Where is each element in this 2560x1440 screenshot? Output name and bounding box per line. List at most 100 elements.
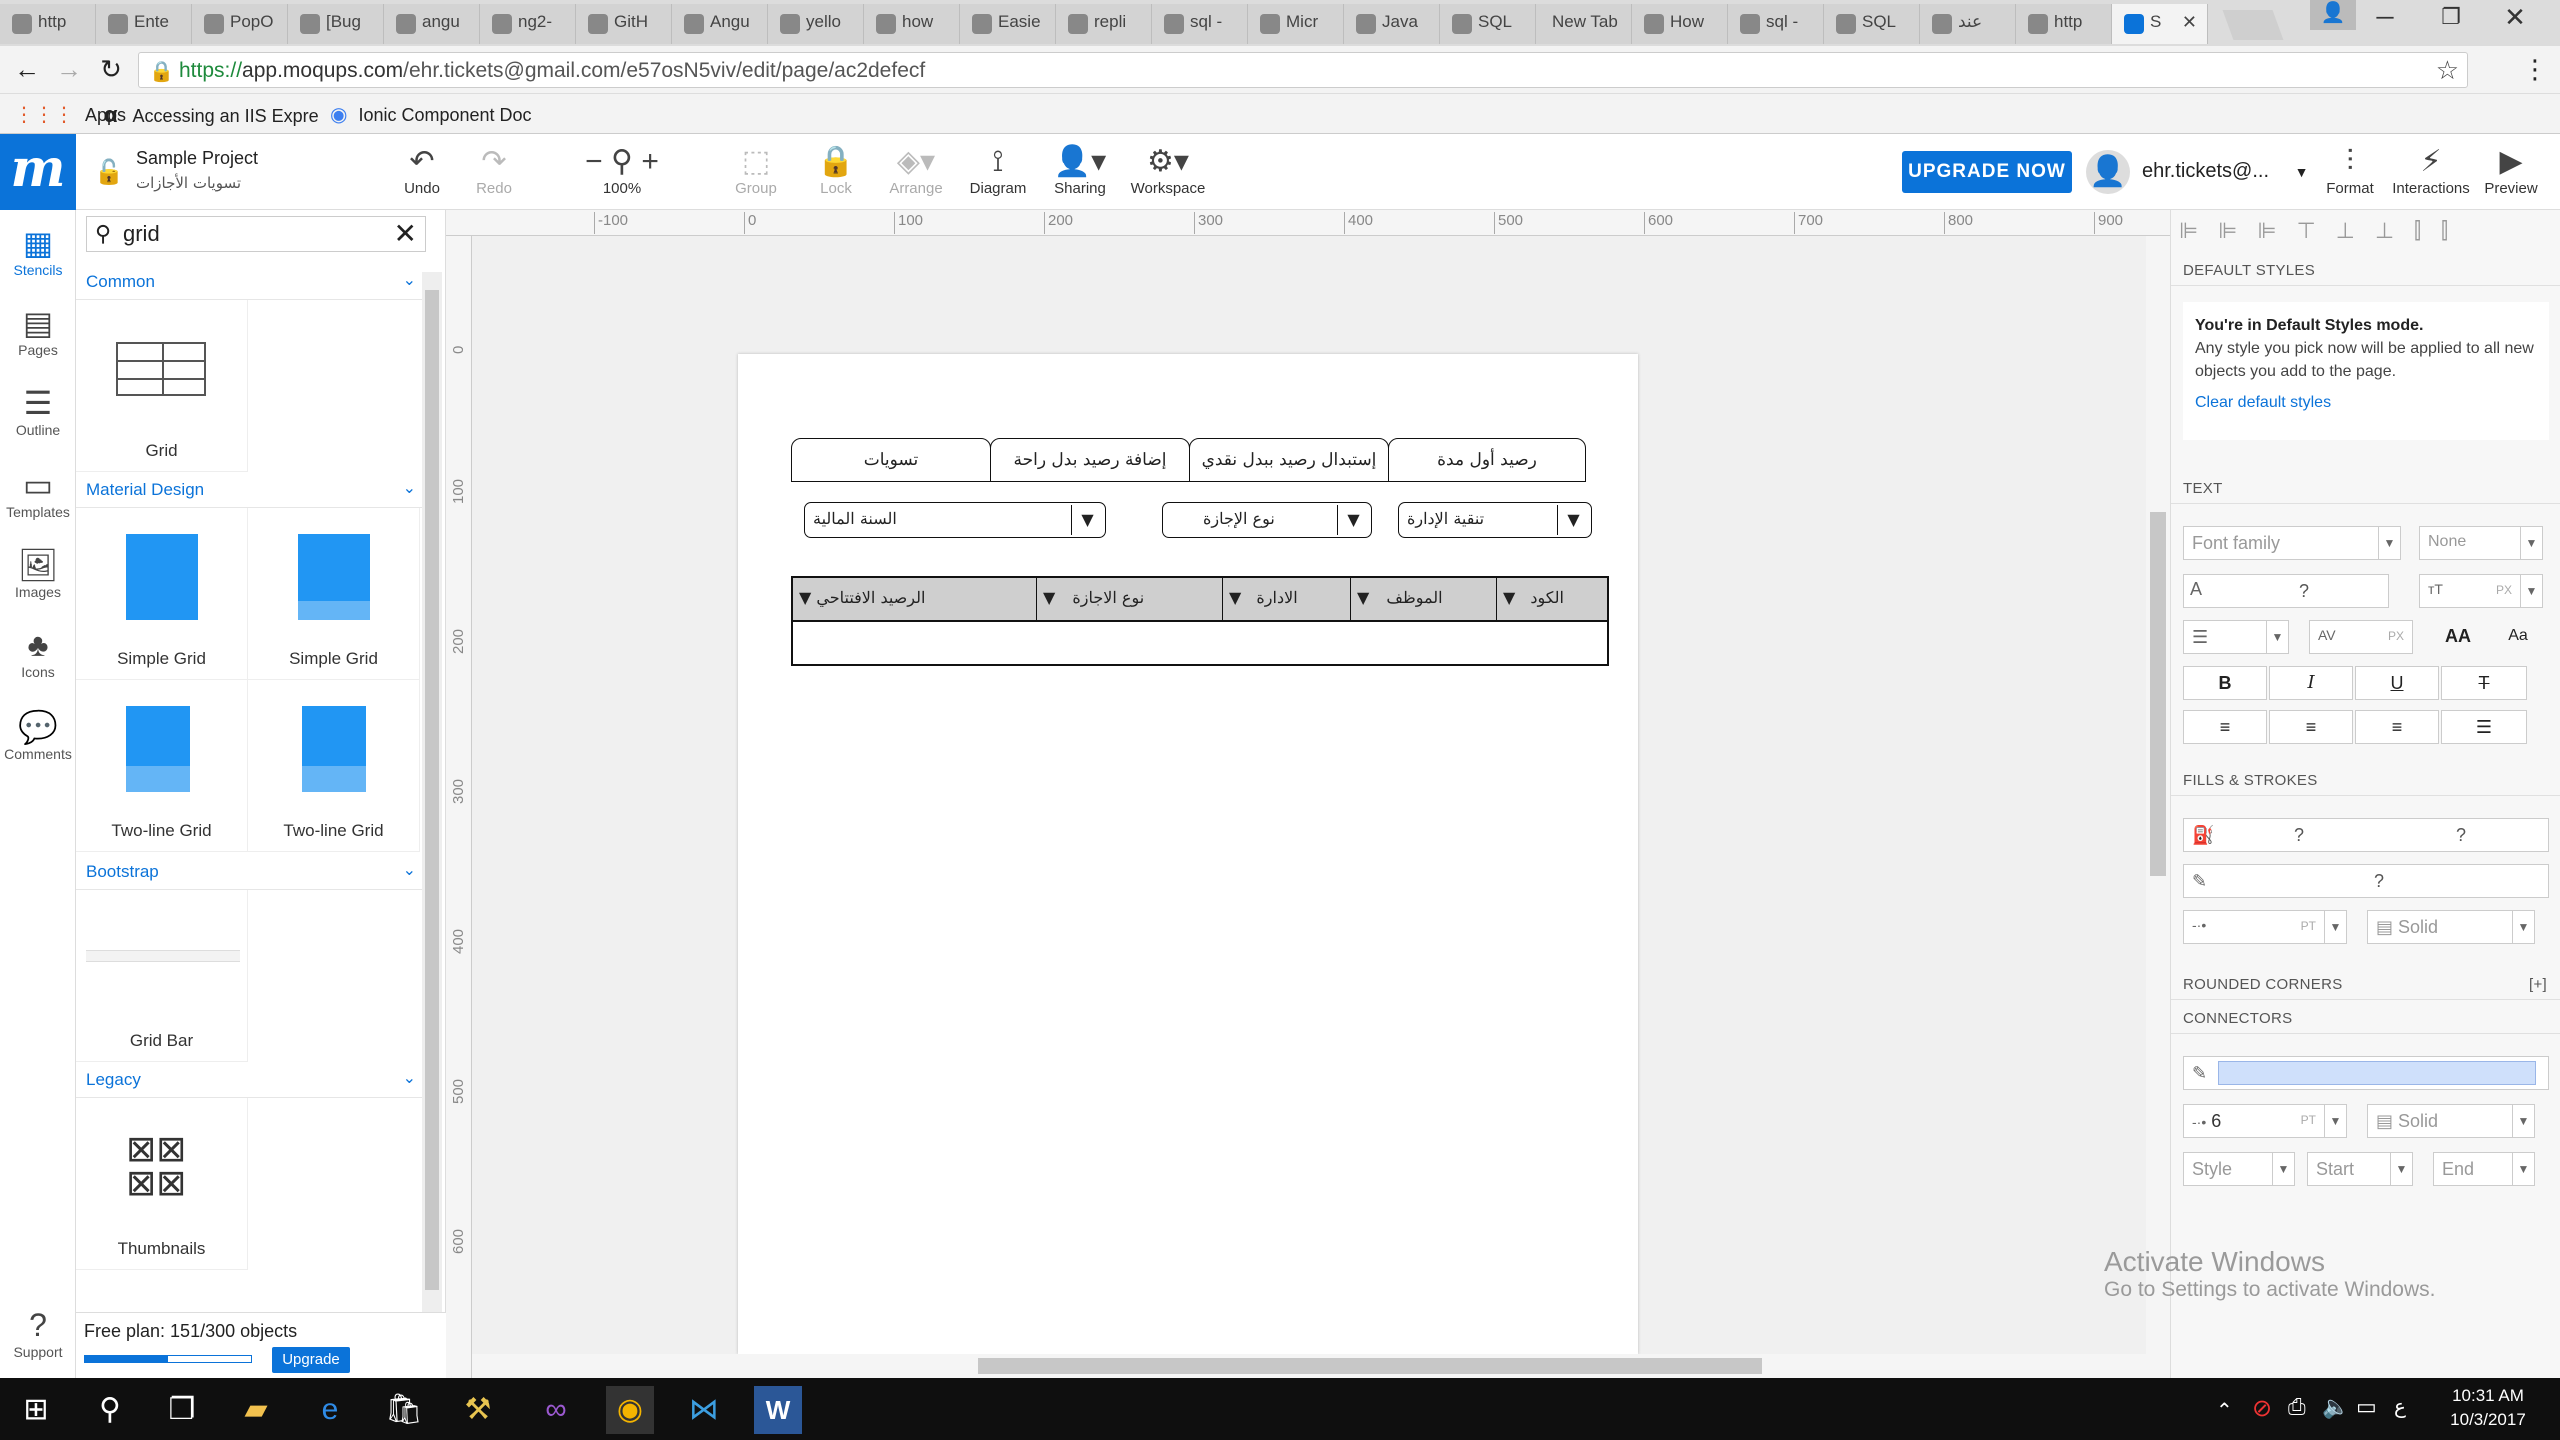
word-icon[interactable]: W: [754, 1386, 802, 1434]
grid-header-employee[interactable]: ▼ الموظف: [1351, 578, 1497, 620]
forward-icon[interactable]: →: [52, 54, 86, 86]
line-height-select[interactable]: ☰ ▼: [2183, 620, 2289, 654]
connector-color-field[interactable]: ✎: [2183, 1056, 2549, 1090]
volume-icon[interactable]: 🔈: [2322, 1394, 2349, 1420]
browser-tab[interactable]: Angu: [672, 4, 768, 44]
browser-tab[interactable]: http: [2016, 4, 2112, 44]
connector-start-select[interactable]: Start ▼: [2307, 1152, 2413, 1186]
rail-stencils[interactable]: ▦ Stencils: [0, 222, 76, 302]
store-icon[interactable]: 🛍: [380, 1386, 428, 1434]
moqups-logo[interactable]: m: [0, 134, 76, 210]
fill-color-field[interactable]: ⛽ ? ?: [2183, 818, 2549, 852]
mockup-tab-opening-balance[interactable]: رصيد أول مدة: [1388, 438, 1586, 482]
tray-app-icon[interactable]: ⊘: [2252, 1394, 2272, 1423]
action-center-icon[interactable]: ▭: [2356, 1394, 2377, 1420]
section-legacy[interactable]: Legacy ⌄: [76, 1062, 426, 1098]
visual-studio-icon[interactable]: ∞: [532, 1386, 580, 1434]
upgrade-button[interactable]: Upgrade: [272, 1347, 350, 1373]
grid-header-opening-balance[interactable]: ▼ الرصيد الافتتاحي: [793, 578, 1037, 620]
project-name[interactable]: Sample Project: [136, 148, 258, 169]
group-button[interactable]: ⬚ Group: [716, 144, 796, 206]
italic-button[interactable]: I: [2269, 666, 2353, 700]
mockup-tab-add-balance[interactable]: إضافة رصيد بدل راحة: [990, 438, 1190, 482]
back-icon[interactable]: ←: [10, 54, 44, 86]
section-common[interactable]: Common ⌄: [76, 264, 426, 300]
windows-start-icon[interactable]: ⊞: [12, 1386, 60, 1434]
workspace-button[interactable]: ⚙▾ Workspace: [1122, 144, 1214, 206]
grid-header-code[interactable]: ▼ الكود: [1497, 578, 1607, 620]
tray-chevron-icon[interactable]: ⌃: [2216, 1398, 2233, 1423]
browser-tab[interactable]: yello: [768, 4, 864, 44]
browser-tab[interactable]: SQL: [1440, 4, 1536, 44]
canvas-horizontal-thumb[interactable]: [978, 1358, 1762, 1374]
browser-tab[interactable]: ng2-: [480, 4, 576, 44]
edge-icon[interactable]: e: [306, 1386, 354, 1434]
stencil-grid[interactable]: Grid: [76, 300, 248, 472]
align-center-button[interactable]: ≡: [2269, 710, 2353, 744]
stroke-width-field[interactable]: -·• PT ▼: [2183, 910, 2347, 944]
rail-comments[interactable]: 💬 Comments: [0, 706, 76, 786]
mockup-tab-adjustments[interactable]: تسويات: [791, 438, 991, 482]
connector-line-style-select[interactable]: Style ▼: [2183, 1152, 2295, 1186]
browser-tab[interactable]: Micr: [1248, 4, 1344, 44]
stencil-thumbnails[interactable]: ⊠⊠ ⊠⊠ Thumbnails: [76, 1098, 248, 1270]
connector-width-field[interactable]: -·• 6 PT ▼: [2183, 1104, 2347, 1138]
text-color-field[interactable]: A?: [2183, 574, 2389, 608]
justify-button[interactable]: ☰: [2441, 710, 2527, 744]
mockup-dropdown-department[interactable]: تنقية الإدارة ▼: [1398, 502, 1592, 538]
browser-tab[interactable]: Java: [1344, 4, 1440, 44]
underline-button[interactable]: U: [2355, 666, 2439, 700]
browser-tab[interactable]: Easie: [960, 4, 1056, 44]
interactions-button[interactable]: ⚡ Interactions: [2386, 144, 2476, 206]
url-input[interactable]: 🔒 https://app.moqups.com/ehr.tickets@gma…: [138, 52, 2468, 88]
format-button[interactable]: ⫶ Format: [2312, 144, 2388, 206]
stroke-color-field[interactable]: ✎ ?: [2183, 864, 2549, 898]
stroke-style-select[interactable]: ▤ Solid ▼: [2367, 910, 2535, 944]
file-explorer-icon[interactable]: ▰: [232, 1386, 280, 1434]
browser-tab[interactable]: Ente: [96, 4, 192, 44]
language-indicator[interactable]: ع: [2394, 1394, 2406, 1419]
task-view-icon[interactable]: ❐: [158, 1386, 206, 1434]
mockup-tab-exchange[interactable]: إستبدال رصيد ببدل نقدي: [1189, 438, 1389, 482]
connector-style-select[interactable]: ▤ Solid ▼: [2367, 1104, 2535, 1138]
clear-search-icon[interactable]: ✕: [394, 217, 417, 250]
align-left-button[interactable]: ≡: [2183, 710, 2267, 744]
rail-support[interactable]: ? Support: [0, 1304, 76, 1384]
mockup-dropdown-fiscal-year[interactable]: السنة المالية ▼: [804, 502, 1106, 538]
browser-tab[interactable]: http: [0, 4, 96, 44]
grid-header-department[interactable]: ▼ الادارة: [1223, 578, 1351, 620]
font-size-field[interactable]: ᴛT PX ▼: [2419, 574, 2543, 608]
browser-tab[interactable]: [Bug: [288, 4, 384, 44]
arrange-button[interactable]: ◈▾ Arrange: [876, 144, 956, 206]
rail-outline[interactable]: ☰ Outline: [0, 382, 76, 462]
reload-icon[interactable]: ↻: [94, 54, 128, 86]
vscode-icon[interactable]: ⋈: [680, 1386, 728, 1434]
capitalize-button[interactable]: Aa: [2493, 620, 2543, 654]
preview-button[interactable]: ▶ Preview: [2474, 144, 2548, 206]
stencil-simple-grid-2[interactable]: Simple Grid: [248, 508, 420, 680]
bookmark-ionic[interactable]: ◉ Ionic Component Doc: [330, 102, 532, 128]
browser-tab[interactable]: sql -: [1152, 4, 1248, 44]
upgrade-now-button[interactable]: UPGRADE NOW: [1902, 151, 2072, 193]
clear-default-styles-link[interactable]: Clear default styles: [2195, 391, 2537, 414]
user-menu[interactable]: ehr.tickets@... ▼: [2142, 160, 2308, 183]
new-tab-button[interactable]: [2222, 10, 2284, 40]
avatar[interactable]: 👤: [2086, 150, 2130, 194]
expand-rounded-corners[interactable]: [+]: [2529, 976, 2547, 993]
close-window-icon[interactable]: ✕: [2490, 2, 2540, 32]
network-icon[interactable]: ⎙: [2288, 1394, 2306, 1420]
uppercase-button[interactable]: AA: [2433, 620, 2483, 654]
browser-tab[interactable]: GitH: [576, 4, 672, 44]
profile-icon[interactable]: 👤: [2310, 0, 2356, 30]
canvas-vertical-thumb[interactable]: [2150, 512, 2166, 876]
sharing-button[interactable]: 👤▾ Sharing: [1040, 144, 1120, 206]
rail-icons[interactable]: ♣ Icons: [0, 624, 76, 704]
browser-tab[interactable]: repli: [1056, 4, 1152, 44]
browser-tab[interactable]: SQL: [1824, 4, 1920, 44]
minimize-icon[interactable]: ─: [2360, 4, 2410, 34]
section-rounded-corners[interactable]: ROUNDED CORNERS [+]: [2171, 968, 2560, 1000]
browser-tab[interactable]: How: [1632, 4, 1728, 44]
browser-tab[interactable]: New Tab: [1536, 4, 1632, 44]
undo-button[interactable]: ↶ Undo: [382, 144, 462, 206]
tools-icon[interactable]: ⚒: [454, 1386, 502, 1434]
